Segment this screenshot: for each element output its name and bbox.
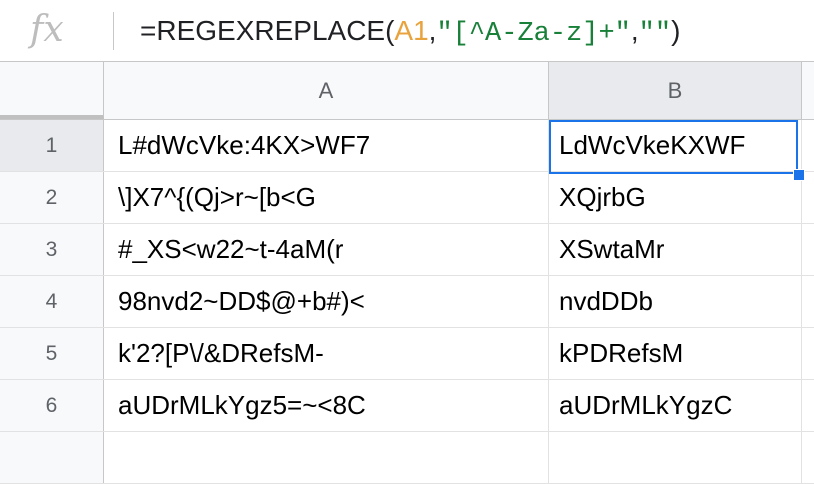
cell-a3[interactable]: #_XS<w22~t-4aM(r: [104, 224, 549, 275]
row-header[interactable]: 5: [0, 328, 104, 379]
table-row: 2 \]X7^{(Qj>r~[b<G XQjrbG: [0, 172, 814, 224]
formula-suffix: ): [671, 15, 681, 46]
cell-a1[interactable]: L#dWcVke:4KX>WF7: [104, 120, 549, 171]
cell-b4[interactable]: nvdDDb: [549, 276, 802, 327]
table-row: 4 98nvd2~DD$@+b#)< nvdDDb: [0, 276, 814, 328]
formula-comma: ,: [630, 15, 639, 46]
row-header[interactable]: 1: [0, 120, 104, 171]
formula-ref: A1: [394, 15, 429, 46]
select-all-corner[interactable]: [0, 62, 104, 119]
row-header[interactable]: [0, 432, 104, 483]
spreadsheet-grid: A B 1 L#dWcVke:4KX>WF7 LdWcVkeKXWF 2 \]X…: [0, 62, 814, 484]
formula-input[interactable]: =REGEXREPLACE(A1,"[^A-Za-z]+",""): [140, 13, 680, 52]
formula-replacement: "": [638, 19, 672, 49]
cell-b7[interactable]: [549, 432, 802, 483]
table-row: 3 #_XS<w22~t-4aM(r XSwtaMr: [0, 224, 814, 276]
column-header-a[interactable]: A: [104, 62, 549, 119]
cell-b1[interactable]: LdWcVkeKXWF: [549, 120, 802, 171]
column-header-b[interactable]: B: [549, 62, 802, 119]
row-header[interactable]: 2: [0, 172, 104, 223]
table-row: 5 k'2?[P\/&DRefsM- kPDRefsM: [0, 328, 814, 380]
table-row: [0, 432, 814, 484]
cell-a7[interactable]: [104, 432, 549, 483]
cell-a5[interactable]: k'2?[P\/&DRefsM-: [104, 328, 549, 379]
cell-b5[interactable]: kPDRefsM: [549, 328, 802, 379]
formula-divider: [113, 12, 114, 50]
cell-a2[interactable]: \]X7^{(Qj>r~[b<G: [104, 172, 549, 223]
table-row: 1 L#dWcVke:4KX>WF7 LdWcVkeKXWF: [0, 120, 814, 172]
row-header[interactable]: 6: [0, 380, 104, 431]
cell-a4[interactable]: 98nvd2~DD$@+b#)<: [104, 276, 549, 327]
fill-handle[interactable]: [793, 169, 805, 181]
formula-bar: fx =REGEXREPLACE(A1,"[^A-Za-z]+",""): [0, 0, 814, 62]
table-row: 6 aUDrMLkYgz5=~<8C aUDrMLkYgzC: [0, 380, 814, 432]
cell-b3[interactable]: XSwtaMr: [549, 224, 802, 275]
cell-b2[interactable]: XQjrbG: [549, 172, 802, 223]
column-header-row: A B: [0, 62, 814, 120]
formula-pattern: "[^A-Za-z]+": [436, 19, 631, 49]
row-header[interactable]: 3: [0, 224, 104, 275]
fx-icon: fx: [30, 9, 64, 50]
row-header[interactable]: 4: [0, 276, 104, 327]
formula-prefix: =REGEXREPLACE(: [140, 15, 395, 46]
cell-b6[interactable]: aUDrMLkYgzC: [549, 380, 802, 431]
cell-a6[interactable]: aUDrMLkYgz5=~<8C: [104, 380, 549, 431]
